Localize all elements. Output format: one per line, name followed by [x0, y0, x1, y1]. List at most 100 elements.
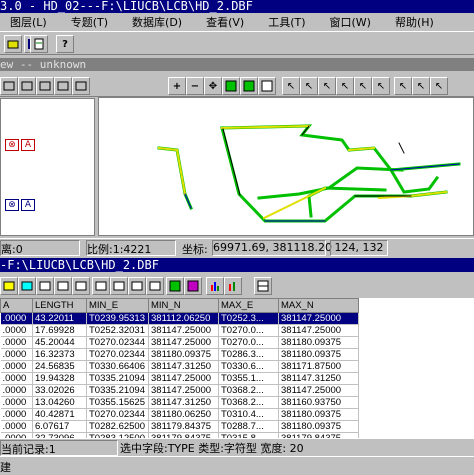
- color-green-icon[interactable]: [166, 277, 184, 295]
- table-tool-1-icon[interactable]: [0, 277, 18, 295]
- table-cell[interactable]: T0330.66406: [86, 360, 149, 373]
- menu-view[interactable]: 查看(V): [206, 14, 244, 30]
- table-row[interactable]: .0000 40.42871 T0270.02344 381180.06250 T031…: [0, 408, 359, 421]
- table-cell[interactable]: 24.56835: [32, 360, 87, 373]
- table-cell[interactable]: .0000: [0, 372, 33, 385]
- select-arrow-icon[interactable]: ↖: [282, 77, 300, 95]
- query-icon[interactable]: ↖: [412, 77, 430, 95]
- select-poly-icon[interactable]: ↖: [372, 77, 390, 95]
- layer-extent-icon[interactable]: [258, 77, 276, 95]
- table-cell[interactable]: .0000: [0, 420, 33, 433]
- column-header[interactable]: A: [0, 298, 33, 313]
- table-cell[interactable]: .0000: [0, 312, 33, 325]
- view-extent-icon[interactable]: [240, 77, 258, 95]
- table-cell[interactable]: .0000: [0, 324, 33, 337]
- table-cell[interactable]: 19.94328: [32, 372, 87, 385]
- table-cell[interactable]: 381180.09375: [278, 336, 359, 349]
- table-row[interactable]: .0000 19.94328 T0335.21094 381147.25000 T035…: [0, 372, 359, 385]
- layer-tool-1-icon[interactable]: [0, 77, 18, 95]
- table-tool-4-icon[interactable]: [54, 277, 72, 295]
- table-cell[interactable]: 13.04260: [32, 396, 87, 409]
- table-cell[interactable]: 43.22011: [32, 312, 87, 325]
- table-cell[interactable]: T0270.02344: [86, 348, 149, 361]
- zoom-in-icon[interactable]: +: [168, 77, 186, 95]
- calculator-icon[interactable]: [254, 277, 272, 295]
- layer-tool-5-icon[interactable]: [72, 77, 90, 95]
- table-row[interactable]: .0000 16.32373 T0270.02344 381180.09375 T028…: [0, 348, 359, 361]
- taskbar-label[interactable]: 建: [0, 459, 11, 475]
- table-cell[interactable]: 6.07617: [32, 420, 87, 433]
- table-cell[interactable]: T0335.21094: [86, 384, 149, 397]
- table-cell[interactable]: .0000: [0, 396, 33, 409]
- table-cell[interactable]: .0000: [0, 360, 33, 373]
- table-cell[interactable]: 381147.31250: [148, 396, 219, 409]
- table-tool-5-icon[interactable]: [72, 277, 90, 295]
- table-cell[interactable]: T0286.3...: [218, 348, 279, 361]
- color-magenta-icon[interactable]: [184, 277, 202, 295]
- table-cell[interactable]: T0252.3...: [218, 312, 279, 325]
- table-cell[interactable]: T0270.0...: [218, 324, 279, 337]
- table-cell[interactable]: T0330.6...: [218, 360, 279, 373]
- table-tool-3-icon[interactable]: [36, 277, 54, 295]
- pan-icon[interactable]: ✥: [204, 77, 222, 95]
- table-cell[interactable]: 381180.06250: [148, 408, 219, 421]
- table-cell[interactable]: 381147.25000: [278, 324, 359, 337]
- menu-layer[interactable]: 图层(L): [10, 14, 47, 30]
- layer-tool-4-icon[interactable]: [54, 77, 72, 95]
- table-row[interactable]: .0000 6.07617 T0282.62500 381179.84375 T0288…: [0, 420, 359, 433]
- query-table-icon[interactable]: [146, 277, 164, 295]
- table-cell[interactable]: 381147.25000: [278, 312, 359, 325]
- table-cell[interactable]: T0335.21094: [86, 372, 149, 385]
- table-cell[interactable]: T0310.4...: [218, 408, 279, 421]
- table-cell[interactable]: 16.32373: [32, 348, 87, 361]
- table-row[interactable]: .0000 17.69928 T0252.32031 381147.25000 T027…: [0, 324, 359, 337]
- table-cell[interactable]: .0000: [0, 348, 33, 361]
- table-cell[interactable]: T0270.02344: [86, 336, 149, 349]
- table-cell[interactable]: T0239.95313: [86, 312, 149, 325]
- table-tool-8-icon[interactable]: [128, 277, 146, 295]
- table-cell[interactable]: .0000: [0, 384, 33, 397]
- table-cell[interactable]: 17.69928: [32, 324, 87, 337]
- zoom-out-icon[interactable]: −: [186, 77, 204, 95]
- select-area-icon[interactable]: ↖: [336, 77, 354, 95]
- table-cell[interactable]: T0252.32031: [86, 324, 149, 337]
- table-cell[interactable]: 381112.06250: [148, 312, 219, 325]
- table-cell[interactable]: T0288.7...: [218, 420, 279, 433]
- table-cell[interactable]: 381147.31250: [278, 372, 359, 385]
- column-header[interactable]: MAX_N: [278, 298, 359, 313]
- table-cell[interactable]: 381171.87500: [278, 360, 359, 373]
- menu-window[interactable]: 窗口(W): [330, 14, 371, 30]
- stats-icon[interactable]: [224, 277, 242, 295]
- table-cell[interactable]: T0368.2...: [218, 396, 279, 409]
- table-cell[interactable]: .0000: [0, 336, 33, 349]
- table-cell[interactable]: 381179.84375: [148, 420, 219, 433]
- layer-tool-3-icon[interactable]: [36, 77, 54, 95]
- measure-icon[interactable]: ↖: [430, 77, 448, 95]
- table-cell[interactable]: 33.02026: [32, 384, 87, 397]
- table-cell[interactable]: 381160.93750: [278, 396, 359, 409]
- table-tool-6-icon[interactable]: [92, 277, 110, 295]
- layer-label-2[interactable]: A: [21, 199, 35, 211]
- table-cell[interactable]: 381147.25000: [278, 384, 359, 397]
- table-cell[interactable]: 381180.09375: [278, 420, 359, 433]
- select-circle-icon[interactable]: ↖: [354, 77, 372, 95]
- table-cell[interactable]: T0368.2...: [218, 384, 279, 397]
- column-header[interactable]: LENGTH: [32, 298, 87, 313]
- table-cell[interactable]: 381147.25000: [148, 324, 219, 337]
- layer-tool-2-icon[interactable]: [18, 77, 36, 95]
- table-cell[interactable]: 381147.25000: [148, 372, 219, 385]
- table-cell[interactable]: 381147.25000: [148, 384, 219, 397]
- column-header[interactable]: MIN_E: [86, 298, 149, 313]
- table-cell[interactable]: 381147.31250: [148, 360, 219, 373]
- select-line-icon[interactable]: ↖: [318, 77, 336, 95]
- open-icon[interactable]: [4, 35, 22, 53]
- menu-help[interactable]: 帮助(H): [395, 14, 434, 30]
- full-extent-icon[interactable]: [222, 77, 240, 95]
- table-cell[interactable]: T0355.15625: [86, 396, 149, 409]
- layer-label-1[interactable]: A: [21, 139, 35, 151]
- table-cell[interactable]: 381180.09375: [278, 408, 359, 421]
- menu-database[interactable]: 数据库(D): [132, 14, 182, 30]
- table-row[interactable]: .0000 13.04260 T0355.15625 381147.31250 T036…: [0, 396, 359, 409]
- table-cell[interactable]: .0000: [0, 408, 33, 421]
- table-row[interactable]: .0000 24.56835 T0330.66406 381147.31250 T033…: [0, 360, 359, 373]
